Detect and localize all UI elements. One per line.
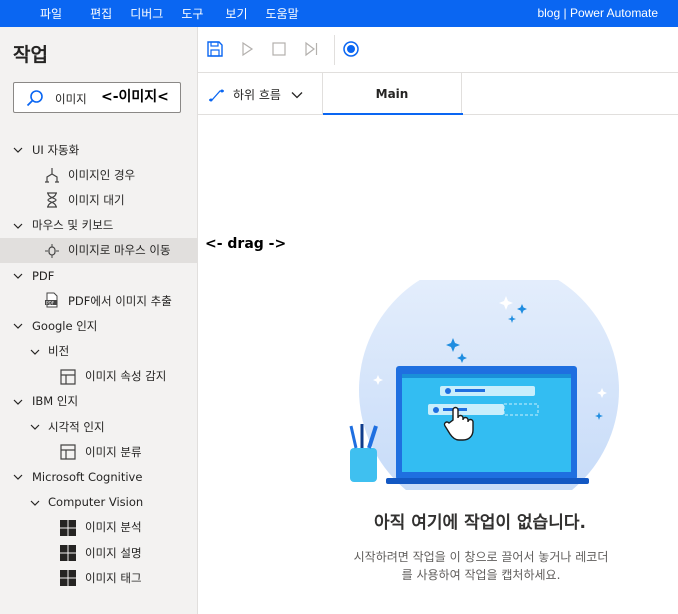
subflows-dropdown[interactable]: 하위 흐름	[208, 86, 303, 103]
subflows-label: 하위 흐름	[233, 88, 281, 102]
tree-label: 비전	[48, 344, 70, 359]
tree-label: 마우스 및 키보드	[32, 218, 114, 233]
chevron-down-icon	[30, 500, 40, 506]
tree-label: 이미지 속성 감지	[85, 369, 167, 384]
chevron-down-icon	[13, 475, 23, 481]
search-input[interactable]: 이미지 <-이미지<	[13, 82, 181, 113]
pencil-cup	[350, 448, 377, 482]
tree-item-if-image[interactable]: 이미지인 경우	[0, 162, 197, 187]
tabs-bar: 하위 흐름 Main	[198, 73, 678, 115]
windows-icon	[60, 570, 76, 587]
tree-item-detect-image-properties[interactable]: 이미지 속성 감지	[0, 364, 197, 389]
tree-label: 이미지로 마우스 이동	[68, 243, 171, 258]
tree-item-move-mouse-to-image[interactable]: 이미지로 마우스 이동	[0, 237, 197, 263]
tree-label: UI 자동화	[32, 142, 80, 157]
tab-active-indicator	[323, 113, 463, 115]
menu-tools[interactable]: 도구	[181, 5, 203, 22]
tree-label: IBM 인지	[32, 394, 79, 409]
menu-bar: 파일 편집 디버그 도구 보기 도움말 blog | Power Automat…	[0, 0, 678, 27]
tab-main-label: Main	[375, 87, 409, 101]
windows-icon	[60, 519, 76, 536]
tree-item-classify-image[interactable]: 이미지 분류	[0, 439, 197, 464]
chevron-down-icon	[13, 147, 23, 153]
record-icon[interactable]	[342, 40, 360, 58]
empty-state-title: 아직 여기에 작업이 없습니다.	[374, 513, 586, 533]
tree-label: 이미지 설명	[85, 545, 142, 560]
tree-item-wait-image[interactable]: 이미지 대기	[0, 187, 197, 212]
tree-subgroup-visual-recognition[interactable]: 시각적 인지	[0, 414, 197, 439]
tree-label: Microsoft Cognitive	[32, 470, 143, 485]
toolbar-divider	[334, 35, 335, 65]
tree-group-microsoft-cognitive[interactable]: Microsoft Cognitive	[0, 464, 197, 489]
tree-label: Computer Vision	[48, 495, 144, 510]
tree-label: 이미지 분류	[85, 444, 142, 459]
tree-item-tag-image[interactable]: 이미지 태그	[0, 565, 197, 590]
search-icon	[26, 90, 43, 107]
stop-icon[interactable]	[270, 40, 288, 58]
search-annotation: <-이미지<	[101, 89, 169, 105]
tree-group-mouse-keyboard[interactable]: 마우스 및 키보드	[0, 213, 197, 238]
if-branch-icon	[45, 168, 59, 183]
chevron-down-icon	[291, 91, 303, 98]
menu-view[interactable]: 보기	[225, 5, 247, 22]
empty-state-description: 시작하려면 작업을 이 창으로 끌어서 놓거나 레코더 를 사용하여 작업을 캡…	[316, 548, 646, 584]
drag-annotation: <- drag ->	[205, 236, 287, 252]
tree-label: Google 인지	[32, 318, 98, 333]
pdf-icon: PDF	[45, 292, 58, 308]
tree-label: 이미지인 경우	[68, 167, 136, 182]
hourglass-icon	[47, 192, 57, 208]
empty-desc-line1: 시작하려면 작업을 이 창으로 끌어서 놓거나 레코더	[353, 550, 609, 564]
tree-item-analyze-image[interactable]: 이미지 분석	[0, 515, 197, 540]
laptop-base	[386, 478, 589, 484]
menu-items: 파일 편집 디버그 도구 보기 도움말	[40, 5, 299, 22]
run-icon[interactable]	[238, 40, 256, 58]
tree-group-google-cognitive[interactable]: Google 인지	[0, 313, 197, 338]
layout-icon	[60, 369, 76, 385]
menu-debug[interactable]: 디버그	[130, 5, 163, 22]
chevron-down-icon	[13, 399, 23, 405]
layout-icon	[60, 444, 76, 460]
tree-label: 시각적 인지	[48, 419, 105, 434]
tree-subgroup-vision[interactable]: 비전	[0, 339, 197, 364]
save-icon[interactable]	[206, 40, 224, 58]
tree-group-ibm-cognitive[interactable]: IBM 인지	[0, 389, 197, 414]
chevron-down-icon	[13, 273, 23, 279]
chevron-down-icon	[30, 349, 40, 355]
menu-file[interactable]: 파일	[40, 5, 62, 22]
toolbar	[198, 27, 678, 73]
subflow-icon	[209, 89, 224, 101]
tree-label: 이미지 분석	[85, 520, 142, 535]
tree-subgroup-computer-vision[interactable]: Computer Vision	[0, 490, 197, 515]
chevron-down-icon	[30, 424, 40, 430]
step-icon[interactable]	[302, 40, 320, 58]
mouse-move-icon	[45, 243, 59, 258]
menu-edit[interactable]: 편집	[90, 5, 112, 22]
tree-label: PDF에서 이미지 추출	[68, 293, 172, 308]
tree-item-describe-image[interactable]: 이미지 설명	[0, 540, 197, 565]
actions-tree: UI 자동화 이미지인 경우 이미지 대기 마우스 및 키보드 이미지로 마우스…	[0, 137, 197, 590]
windows-icon	[60, 545, 76, 561]
chevron-down-icon	[13, 323, 23, 330]
empty-state-illustration	[349, 280, 619, 490]
tree-item-extract-images-pdf[interactable]: PDF PDF에서 이미지 추출	[0, 288, 197, 313]
tree-label: 이미지 태그	[85, 570, 142, 585]
window-title: blog | Power Automate	[537, 6, 658, 20]
svg-text:PDF: PDF	[46, 300, 55, 305]
tree-group-pdf[interactable]: PDF	[0, 263, 197, 288]
actions-panel: 작업 이미지 <-이미지< UI 자동화 이미지인 경우 이미지 대기 마우스 …	[0, 27, 198, 614]
menu-help[interactable]: 도움말	[266, 5, 299, 22]
empty-desc-line2: 를 사용하여 작업을 캡처하세요.	[401, 568, 561, 582]
panel-title: 작업	[13, 44, 48, 66]
search-value: 이미지	[55, 92, 87, 106]
chevron-down-icon	[13, 223, 23, 229]
tree-label: 이미지 대기	[68, 192, 125, 207]
tree-group-ui-automation[interactable]: UI 자동화	[0, 137, 197, 162]
tree-label: PDF	[32, 268, 55, 283]
tab-main[interactable]: Main	[322, 73, 463, 115]
